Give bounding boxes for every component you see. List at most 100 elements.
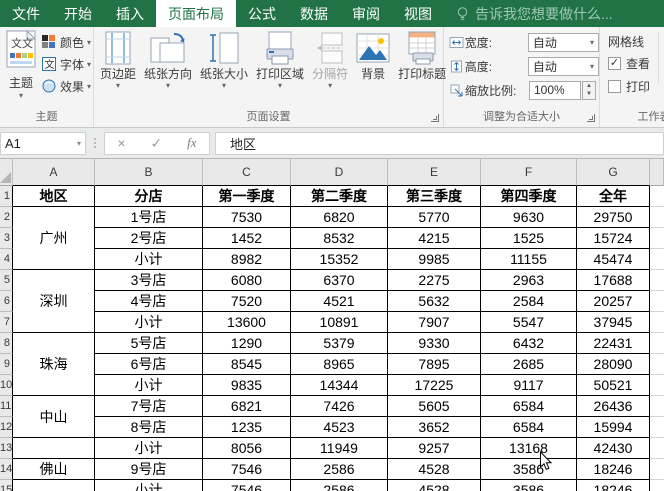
tab-插入[interactable]: 插入: [104, 0, 156, 27]
tab-审阅[interactable]: 审阅: [340, 0, 392, 27]
cell[interactable]: 13600: [203, 312, 291, 333]
cell[interactable]: 7426: [291, 396, 388, 417]
tab-页面布局[interactable]: 页面布局: [156, 0, 236, 27]
cell[interactable]: [650, 438, 664, 459]
cell[interactable]: 45474: [577, 249, 650, 270]
header-cell[interactable]: 第三季度: [388, 186, 481, 207]
button-打印标题[interactable]: 打印标题: [394, 29, 450, 91]
enter-icon[interactable]: ✓: [151, 136, 163, 150]
row-number-10[interactable]: 10: [0, 375, 13, 396]
cell[interactable]: 4528: [388, 480, 481, 491]
cell[interactable]: 小计: [95, 312, 203, 333]
button-纸张大小[interactable]: 纸张大小 ▾: [196, 29, 252, 91]
cell[interactable]: 2963: [481, 270, 577, 291]
header-cell[interactable]: 第四季度: [481, 186, 577, 207]
formula-input[interactable]: 地区: [215, 131, 664, 155]
row-number-8[interactable]: 8: [0, 333, 13, 354]
column-header-F[interactable]: F: [481, 159, 577, 186]
cell[interactable]: 1452: [203, 228, 291, 249]
cell[interactable]: 18246: [577, 459, 650, 480]
row-number-12[interactable]: 12: [0, 417, 13, 438]
button-背景[interactable]: 背景: [352, 29, 394, 91]
region-cell[interactable]: 广州: [13, 207, 95, 270]
row-number-13[interactable]: 13: [0, 438, 13, 459]
cell[interactable]: 3号店: [95, 270, 203, 291]
cell[interactable]: 22431: [577, 333, 650, 354]
tab-视图[interactable]: 视图: [392, 0, 444, 27]
region-cell[interactable]: 佛山: [13, 459, 95, 480]
scale-to-fit-dialog-launcher-icon[interactable]: [587, 114, 595, 122]
cell[interactable]: 8545: [203, 354, 291, 375]
page-setup-dialog-launcher-icon[interactable]: [431, 114, 439, 122]
cell[interactable]: 7520: [203, 291, 291, 312]
cell[interactable]: 4号店: [95, 291, 203, 312]
cell[interactable]: [650, 312, 664, 333]
header-cell[interactable]: 地区: [13, 186, 95, 207]
effects-button[interactable]: 效果 ▾: [42, 75, 91, 97]
column-header-C[interactable]: C: [203, 159, 291, 186]
cell[interactable]: 13168: [481, 438, 577, 459]
cell[interactable]: 8056: [203, 438, 291, 459]
cell[interactable]: 6号店: [95, 354, 203, 375]
column-header-D[interactable]: D: [291, 159, 388, 186]
cell[interactable]: 15352: [291, 249, 388, 270]
header-cell[interactable]: 第一季度: [203, 186, 291, 207]
gridlines-print-checkbox[interactable]: 打印: [608, 75, 650, 98]
cell[interactable]: 1290: [203, 333, 291, 354]
button-纸张方向[interactable]: 纸张方向 ▾: [140, 29, 196, 91]
cell[interactable]: 3586: [481, 480, 577, 491]
cell[interactable]: [650, 375, 664, 396]
button-页边距[interactable]: 页边距 ▾: [96, 29, 140, 91]
cell[interactable]: 7546: [203, 480, 291, 491]
cell[interactable]: 4528: [388, 459, 481, 480]
header-cell[interactable]: 第二季度: [291, 186, 388, 207]
header-cell[interactable]: 分店: [95, 186, 203, 207]
colors-button[interactable]: 颜色 ▾: [41, 31, 91, 53]
themes-button[interactable]: 文文 主题 ▾: [3, 29, 39, 111]
cell[interactable]: 8982: [203, 249, 291, 270]
name-box[interactable]: A1 ▾: [0, 131, 86, 155]
tell-me-box[interactable]: 告诉我您想要做什么...: [444, 0, 613, 27]
region-cell[interactable]: 珠海: [13, 333, 95, 396]
cell[interactable]: 2号店: [95, 228, 203, 249]
row-number-14[interactable]: 14: [0, 459, 13, 480]
cell[interactable]: 2586: [291, 480, 388, 491]
cell[interactable]: [650, 186, 664, 207]
spinner-down-icon[interactable]: ▼: [583, 90, 595, 99]
column-header-G[interactable]: G: [577, 159, 650, 186]
cell[interactable]: 4215: [388, 228, 481, 249]
cell[interactable]: 3652: [388, 417, 481, 438]
column-header-clipped[interactable]: [650, 159, 664, 186]
cell[interactable]: 6820: [291, 207, 388, 228]
cell[interactable]: 5547: [481, 312, 577, 333]
cell[interactable]: 8965: [291, 354, 388, 375]
cell[interactable]: 9330: [388, 333, 481, 354]
cell[interactable]: [650, 354, 664, 375]
cell[interactable]: 10891: [291, 312, 388, 333]
region-cell[interactable]: [13, 438, 95, 459]
cell[interactable]: 6584: [481, 417, 577, 438]
cell[interactable]: 8号店: [95, 417, 203, 438]
cell[interactable]: 14344: [291, 375, 388, 396]
cell[interactable]: 50521: [577, 375, 650, 396]
tab-公式[interactable]: 公式: [236, 0, 288, 27]
cell[interactable]: [650, 291, 664, 312]
cell[interactable]: [650, 249, 664, 270]
cell[interactable]: 9257: [388, 438, 481, 459]
select-all-corner[interactable]: [0, 159, 13, 186]
row-number-7[interactable]: 7: [0, 312, 13, 333]
scale-input[interactable]: 100%: [529, 80, 581, 100]
cell[interactable]: [650, 270, 664, 291]
cell[interactable]: 9号店: [95, 459, 203, 480]
cell[interactable]: 1号店: [95, 207, 203, 228]
cell[interactable]: 2275: [388, 270, 481, 291]
cell[interactable]: 9835: [203, 375, 291, 396]
column-header-A[interactable]: A: [13, 159, 95, 186]
cell[interactable]: [650, 480, 664, 491]
row-number-9[interactable]: 9: [0, 354, 13, 375]
column-header-B[interactable]: B: [95, 159, 203, 186]
cell[interactable]: 2584: [481, 291, 577, 312]
formula-bar-resize-handle[interactable]: [86, 138, 104, 148]
tab-文件[interactable]: 文件: [0, 0, 52, 27]
cell[interactable]: 2586: [291, 459, 388, 480]
